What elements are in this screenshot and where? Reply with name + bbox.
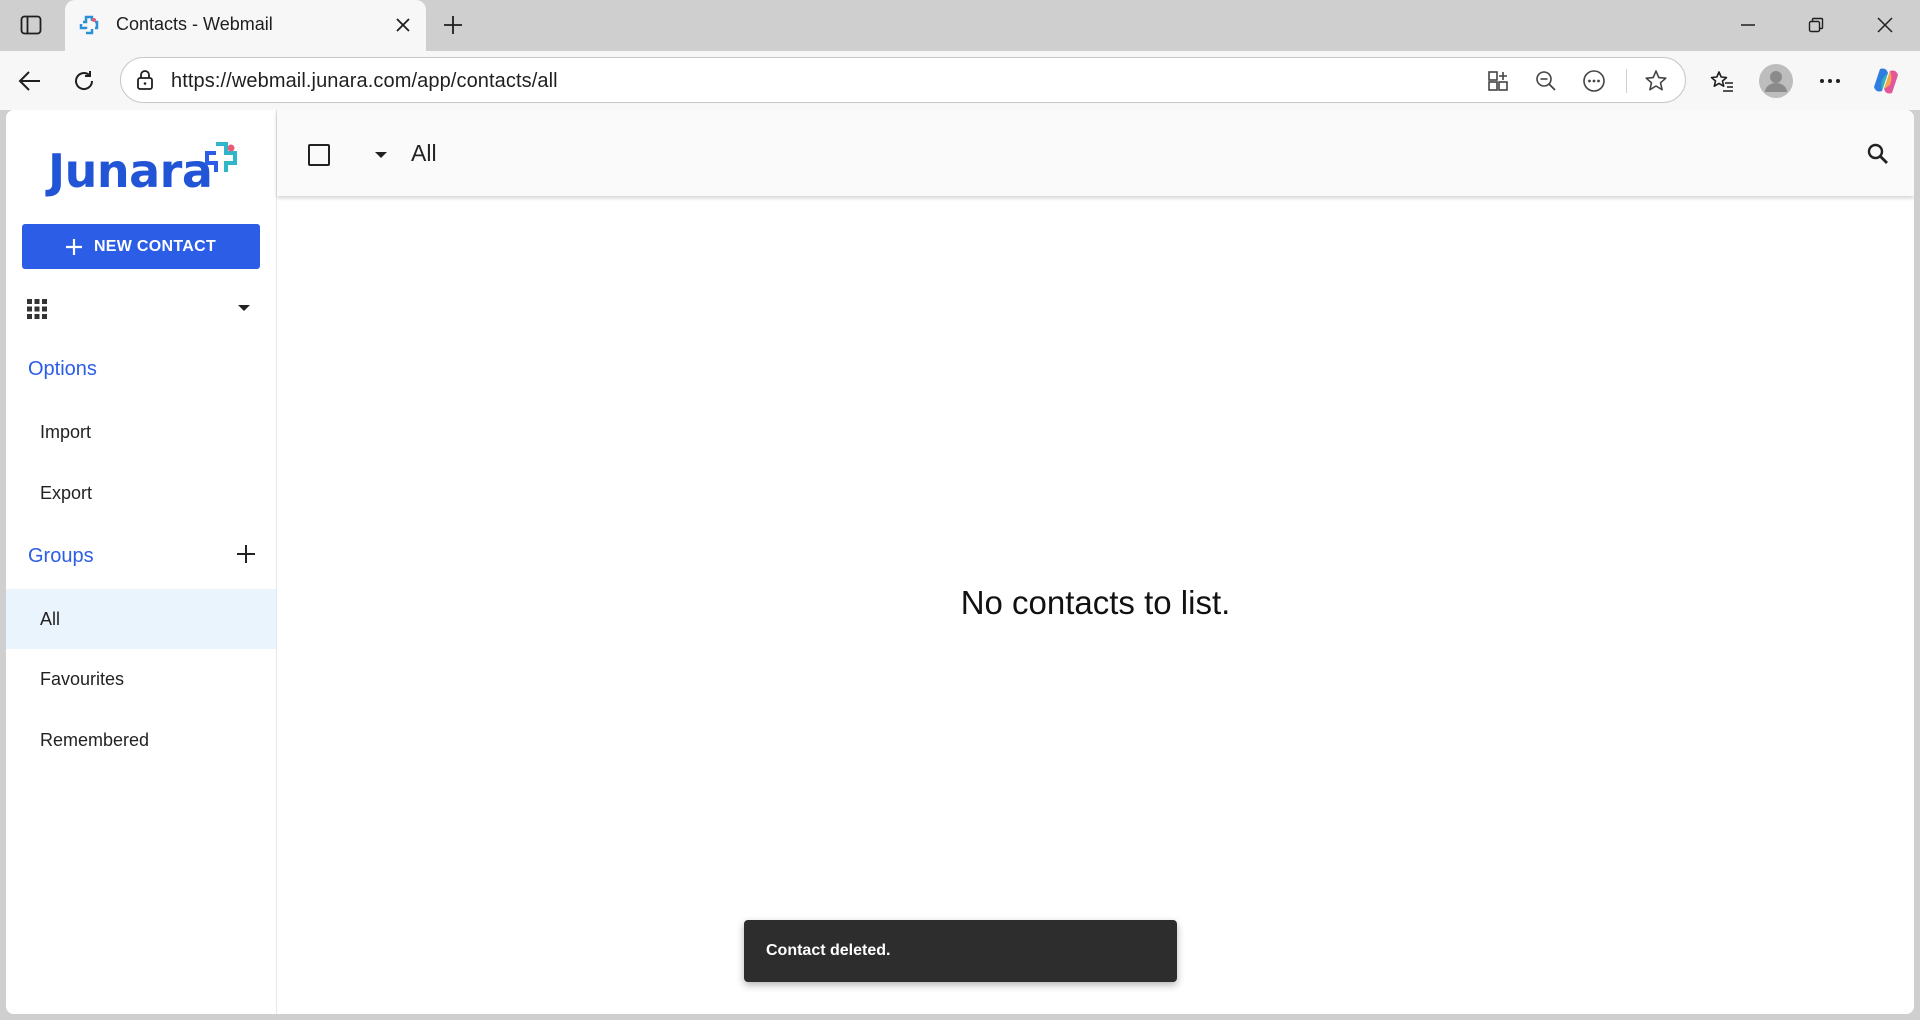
app-view-icon[interactable] bbox=[1484, 67, 1512, 95]
back-arrow-icon[interactable] bbox=[12, 63, 48, 99]
select-all-checkbox[interactable] bbox=[308, 144, 330, 166]
new-contact-label: NEW CONTACT bbox=[93, 237, 217, 255]
profile-avatar-icon[interactable] bbox=[1758, 63, 1794, 99]
snackbar-notification: Contact deleted. bbox=[744, 920, 1177, 982]
more-horizontal-icon[interactable] bbox=[1812, 63, 1848, 99]
browser-tab-active[interactable]: Contacts - Webmail bbox=[65, 0, 426, 51]
sidebar-item-favourites[interactable]: Favourites bbox=[6, 649, 276, 709]
caret-down-icon[interactable] bbox=[373, 150, 389, 160]
page-title: All bbox=[411, 140, 437, 166]
window-close-icon[interactable] bbox=[1862, 6, 1908, 44]
contacts-main: All No contacts to list. bbox=[277, 110, 1914, 1014]
sidebar-item-import[interactable]: Import bbox=[6, 402, 276, 462]
options-section-title: Options bbox=[28, 358, 97, 380]
tab-title: Contacts - Webmail bbox=[116, 14, 273, 34]
logo-mark-icon bbox=[205, 142, 237, 172]
empty-state-message: No contacts to list. bbox=[960, 584, 1231, 621]
refresh-icon[interactable] bbox=[66, 63, 102, 99]
browser-toolbar: https://webmail.junara.com/app/contacts/… bbox=[0, 51, 1920, 110]
search-icon[interactable] bbox=[1862, 138, 1894, 170]
restore-icon[interactable] bbox=[1793, 6, 1839, 44]
url-text[interactable]: https://webmail.junara.com/app/contacts/… bbox=[171, 70, 558, 93]
junara-favicon bbox=[79, 15, 99, 35]
lock-icon[interactable] bbox=[133, 68, 157, 92]
sidebar-item-remembered[interactable]: Remembered bbox=[6, 710, 276, 770]
close-icon[interactable] bbox=[390, 12, 416, 38]
minimize-icon[interactable] bbox=[1725, 6, 1771, 44]
new-contact-button[interactable]: NEW CONTACT bbox=[22, 224, 260, 269]
favorites-list-icon[interactable] bbox=[1704, 63, 1740, 99]
contacts-header: All bbox=[277, 110, 1914, 196]
groups-section-title: Groups bbox=[28, 545, 94, 567]
plus-icon bbox=[65, 238, 82, 255]
more-circle-icon[interactable] bbox=[1580, 67, 1608, 95]
sidebar: Junara NEW CONTACT Options Import Export… bbox=[6, 110, 277, 1014]
plus-icon[interactable] bbox=[436, 8, 470, 42]
zoom-out-icon[interactable] bbox=[1532, 67, 1560, 95]
browser-tab-strip: Contacts - Webmail bbox=[0, 0, 1920, 51]
plus-icon bbox=[237, 545, 255, 563]
add-group-button[interactable] bbox=[232, 540, 260, 568]
apps-grid-icon[interactable] bbox=[26, 298, 48, 320]
junara-logo[interactable]: Junara bbox=[48, 142, 248, 198]
star-icon[interactable] bbox=[1642, 67, 1670, 95]
sidebar-item-export[interactable]: Export bbox=[6, 463, 276, 523]
logo-text: Junara bbox=[48, 144, 213, 198]
apps-switcher[interactable] bbox=[22, 288, 260, 328]
caret-down-icon[interactable] bbox=[234, 300, 254, 316]
webmail-page: Junara NEW CONTACT Options Import Export… bbox=[6, 110, 1914, 1014]
snackbar-text: Contact deleted. bbox=[766, 942, 891, 959]
copilot-icon[interactable] bbox=[1868, 63, 1904, 99]
tab-actions-icon[interactable] bbox=[14, 10, 48, 40]
address-bar[interactable]: https://webmail.junara.com/app/contacts/… bbox=[120, 57, 1686, 103]
omnibox-divider bbox=[1626, 69, 1627, 93]
sidebar-item-all[interactable]: All bbox=[6, 589, 276, 649]
